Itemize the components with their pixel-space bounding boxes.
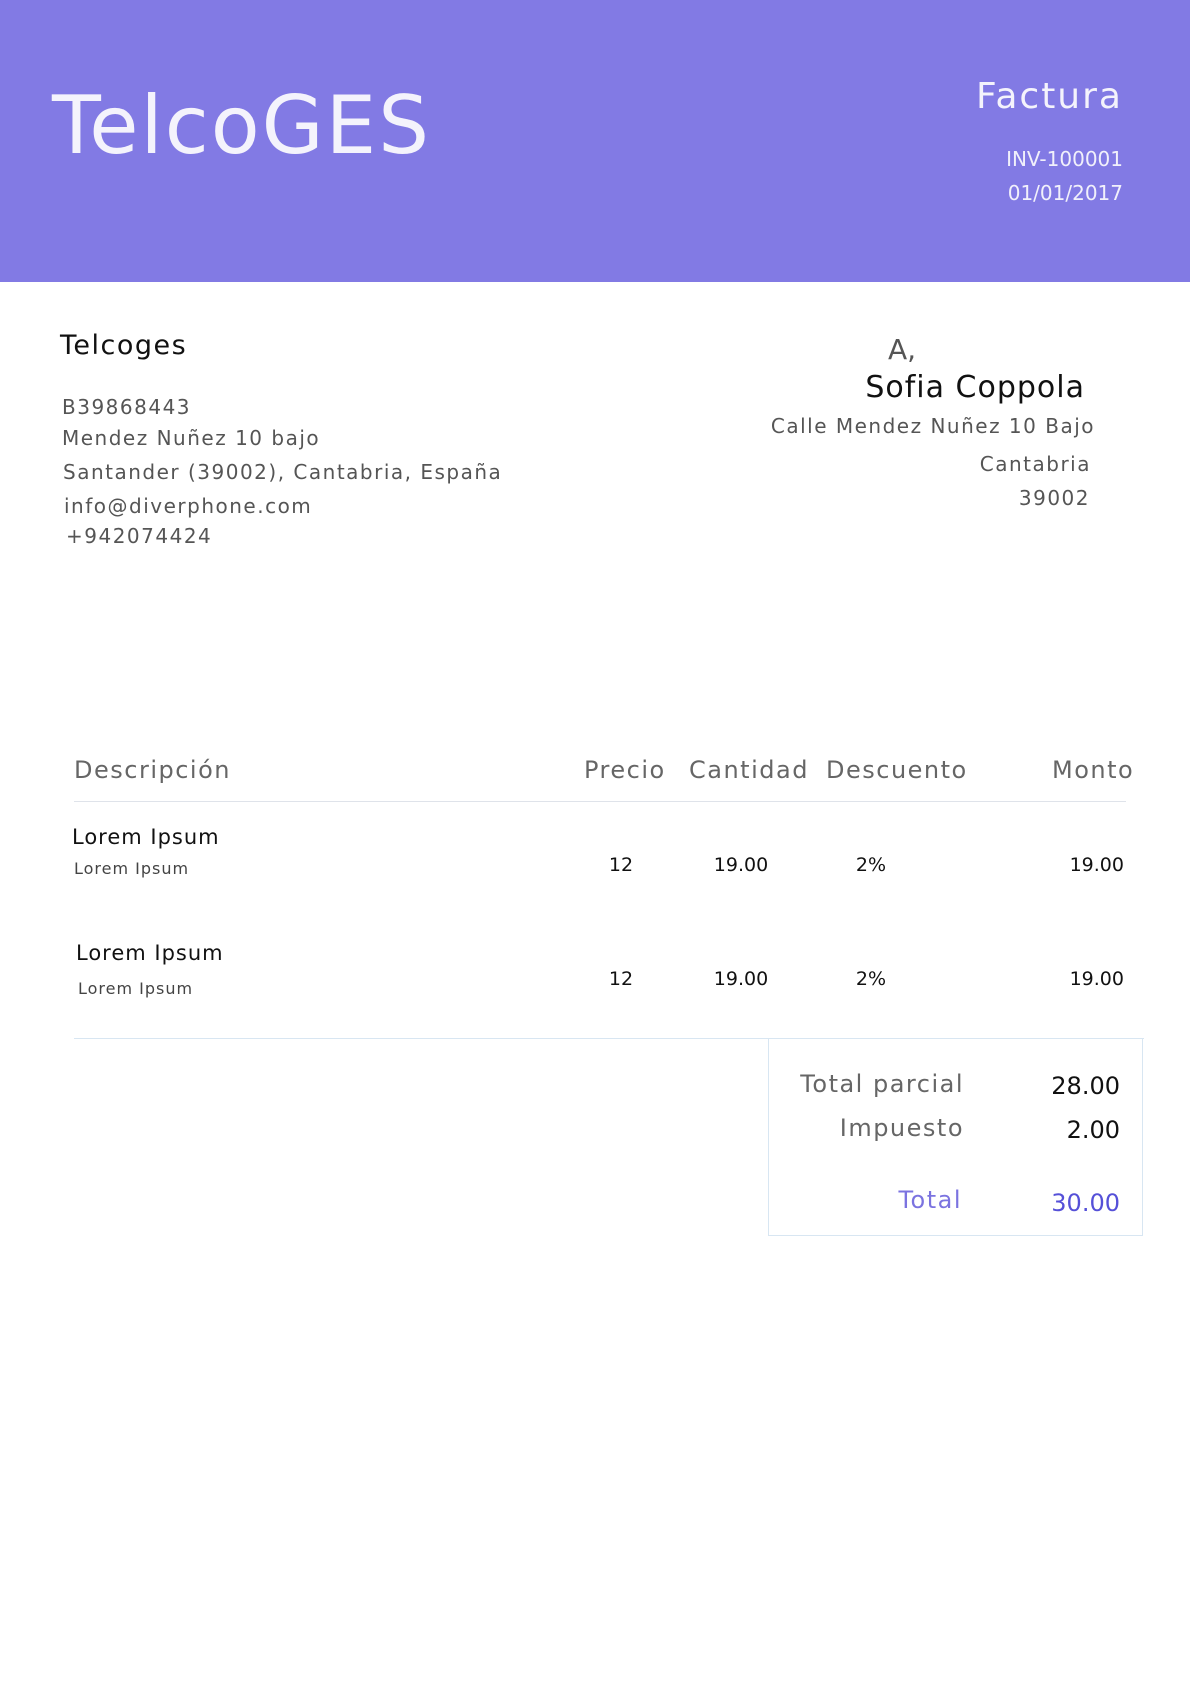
header-divider: [74, 801, 1126, 802]
sender-email: info@diverphone.com: [64, 494, 313, 518]
invoice-date: 01/01/2017: [1007, 181, 1123, 205]
column-header-discount: Descuento: [826, 756, 968, 784]
item-subtitle: Lorem Ipsum: [74, 859, 190, 878]
totals-box: Total parcial 28.00 Impuesto 2.00 Total …: [768, 1038, 1143, 1236]
tax-label: Impuesto: [839, 1114, 964, 1142]
sender-city: Santander (39002), Cantabria, España: [63, 460, 503, 484]
item-price: 12: [608, 968, 634, 990]
sender-name: Telcoges: [60, 330, 188, 361]
item-title: Lorem Ipsum: [76, 941, 224, 965]
recipient-postal-code: 39002: [1018, 486, 1090, 510]
tax-value: 2.00: [1066, 1116, 1120, 1144]
subtotal-value: 28.00: [1051, 1072, 1120, 1100]
document-type-title: Factura: [975, 76, 1123, 117]
recipient-prefix: A,: [888, 333, 917, 366]
recipient-address: Calle Mendez Nuñez 10 Bajo: [770, 414, 1095, 438]
item-title: Lorem Ipsum: [72, 825, 220, 849]
column-header-amount: Monto: [1052, 756, 1135, 784]
item-price: 12: [608, 854, 634, 876]
item-amount: 19.00: [1069, 968, 1124, 990]
item-quantity: 19.00: [713, 968, 769, 990]
invoice-number: INV-100001: [1006, 147, 1123, 171]
subtotal-label: Total parcial: [800, 1070, 964, 1098]
item-discount: 2%: [855, 968, 887, 990]
recipient-name: Sofia Coppola: [865, 370, 1085, 405]
column-header-description: Descripción: [74, 756, 231, 784]
recipient-region: Cantabria: [979, 452, 1091, 476]
sender-address: Mendez Nuñez 10 bajo: [62, 426, 321, 450]
sender-phone: +942074424: [66, 524, 213, 548]
item-subtitle: Lorem Ipsum: [78, 979, 194, 998]
total-value: 30.00: [1051, 1189, 1120, 1217]
column-header-price: Precio: [584, 756, 666, 784]
item-amount: 19.00: [1069, 854, 1124, 876]
total-label: Total: [898, 1186, 962, 1214]
invoice-header: TelcoGES Factura INV-100001 01/01/2017: [0, 0, 1190, 282]
item-quantity: 19.00: [713, 854, 769, 876]
column-header-quantity: Cantidad: [689, 756, 809, 784]
item-discount: 2%: [855, 854, 887, 876]
sender-tax-id: B39868443: [62, 395, 192, 419]
brand-logo-text: TelcoGES: [52, 79, 431, 172]
